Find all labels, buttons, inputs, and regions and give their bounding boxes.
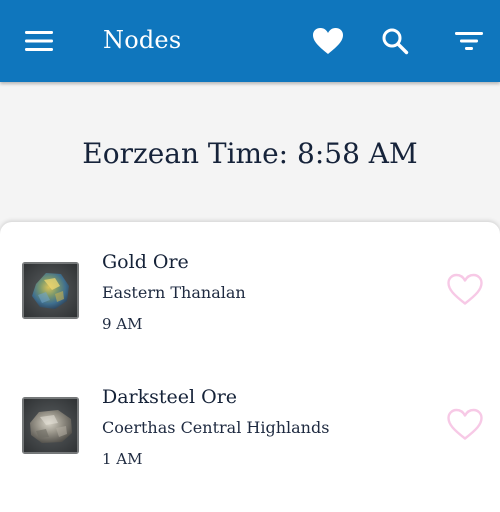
node-name: Darksteel Ore <box>102 386 238 408</box>
app-bar: Nodes <box>0 0 500 82</box>
list-item[interactable]: Gold Ore Eastern Thanalan 9 AM <box>0 222 500 342</box>
heart-outline-icon <box>447 408 483 440</box>
heart-outline-icon <box>447 273 483 305</box>
gold-ore-icon <box>22 262 79 319</box>
favorite-button[interactable] <box>443 404 487 444</box>
node-time: 9 AM <box>102 315 143 333</box>
page-title: Nodes <box>103 26 182 54</box>
menu-button[interactable] <box>19 21 59 61</box>
node-zone: Eastern Thanalan <box>102 283 246 302</box>
filter-icon <box>455 32 483 50</box>
node-zone: Coerthas Central Highlands <box>102 418 330 437</box>
menu-icon <box>25 31 53 51</box>
favorite-button[interactable] <box>443 269 487 309</box>
node-list: Gold Ore Eastern Thanalan 9 AM Darksteel… <box>0 222 500 512</box>
node-time: 1 AM <box>102 450 143 468</box>
search-button[interactable] <box>375 21 415 61</box>
heart-icon <box>313 28 343 54</box>
node-name: Gold Ore <box>102 251 189 273</box>
favorites-button[interactable] <box>308 21 348 61</box>
filter-button[interactable] <box>449 21 489 61</box>
darksteel-ore-icon <box>22 397 79 454</box>
search-icon <box>382 28 409 55</box>
list-item[interactable]: Darksteel Ore Coerthas Central Highlands… <box>0 358 500 478</box>
eorzean-time: Eorzean Time: 8:58 AM <box>82 137 418 170</box>
